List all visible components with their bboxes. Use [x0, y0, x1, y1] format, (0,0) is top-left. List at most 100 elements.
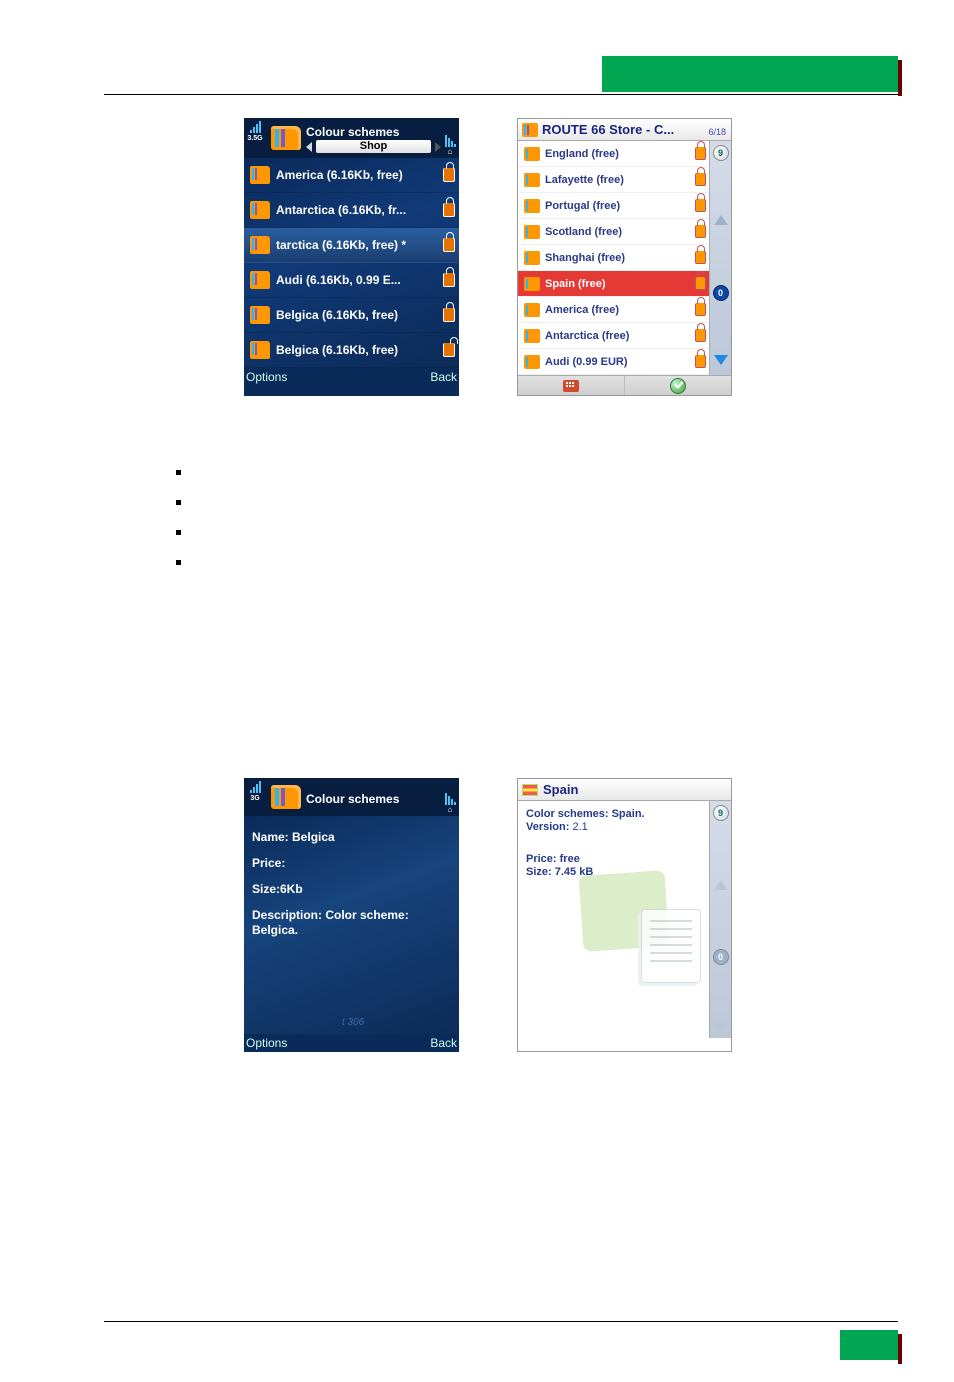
screenshot-light-detail: Spain Color schemes: Spain. Version: 2.1…: [517, 778, 732, 1052]
list-item-label: Portugal (free): [545, 200, 695, 212]
signal-icon: [250, 121, 261, 133]
lock-icon: [695, 225, 706, 238]
list-item[interactable]: America (free): [518, 297, 709, 323]
detail-name: Color schemes: Spain.: [526, 808, 723, 820]
lock-icon: [443, 308, 455, 322]
list-item[interactable]: Shanghai (free): [518, 245, 709, 271]
list-item[interactable]: America (6.16Kb, free): [244, 158, 459, 193]
scheme-icon: [250, 236, 270, 254]
list-item[interactable]: Spain (free): [518, 271, 709, 297]
footer-rule: [104, 1321, 898, 1322]
list-item[interactable]: Belgica (6.16Kb, free): [244, 333, 459, 368]
list-item-label: Belgica (6.16Kb, free): [276, 343, 441, 357]
lock-icon: [443, 168, 455, 182]
network-label: 3G: [250, 795, 259, 802]
lock-icon: [443, 238, 455, 252]
list-item-label: England (free): [545, 148, 695, 160]
lock-icon: [695, 277, 706, 290]
detail-price: Price: free: [526, 853, 723, 865]
list-item-label: Lafayette (free): [545, 174, 695, 186]
scroll-mid-badge: 0: [713, 949, 729, 965]
scheme-icon: [524, 199, 540, 213]
scheme-icon: [250, 306, 270, 324]
list-item[interactable]: Audi (0.99 EUR): [518, 349, 709, 375]
scroll-up-icon[interactable]: [714, 880, 728, 890]
scrollbar[interactable]: 9 0: [709, 801, 731, 1038]
lock-icon: [695, 199, 706, 212]
scroll-down-icon[interactable]: [714, 1024, 728, 1034]
list-item[interactable]: tarctica (6.16Kb, free) *: [244, 228, 459, 263]
item-counter: 6/18: [708, 127, 727, 138]
list-item[interactable]: Antarctica (free): [518, 323, 709, 349]
battery-icon: [445, 135, 456, 147]
header-accent-bar: [602, 56, 898, 92]
scheme-icon: [250, 271, 270, 289]
list-item[interactable]: Scotland (free): [518, 219, 709, 245]
detail-bgnum: t 306: [342, 1017, 364, 1028]
detail-price: Price:: [252, 856, 451, 870]
header-rule: [104, 94, 898, 95]
scroll-mid-badge: 0: [713, 285, 729, 301]
scheme-icon: [250, 201, 270, 219]
scheme-icon: [250, 341, 270, 359]
body-bullets: [176, 464, 894, 584]
keyboard-icon: [563, 380, 579, 392]
lock-icon: [695, 251, 706, 264]
flag-icon: [522, 784, 538, 796]
softkey-keyboard[interactable]: [518, 376, 625, 395]
detail-pane: Color schemes: Spain. Version: 2.1 Price…: [518, 801, 731, 1038]
network-label: 3.5G: [247, 135, 262, 142]
list-item[interactable]: Antarctica (6.16Kb, fr...: [244, 193, 459, 228]
detail-illustration: [581, 873, 701, 983]
scheme-icon: [250, 166, 270, 184]
list-item[interactable]: Lafayette (free): [518, 167, 709, 193]
lock-icon: [695, 147, 706, 160]
bullet-item: [176, 464, 894, 494]
battery-icon: [445, 793, 456, 805]
tab-arrow-left-icon[interactable]: [306, 142, 312, 152]
scheme-icon: [524, 173, 540, 187]
list-item-label: America (6.16Kb, free): [276, 168, 441, 182]
items-list: England (free) Lafayette (free) Portugal…: [518, 141, 709, 375]
list-item-label: Scotland (free): [545, 226, 695, 238]
list-item-label: tarctica (6.16Kb, free) *: [276, 238, 441, 252]
clock-icon: ⌂: [448, 147, 453, 156]
lock-icon: [443, 273, 455, 287]
lock-icon: [695, 329, 706, 342]
tab-shop[interactable]: Shop: [316, 140, 431, 153]
screenshot-dark-list: 3.5G Colour schemes Shop ⌂: [244, 118, 459, 396]
softkey-ok[interactable]: [625, 376, 731, 395]
softkey-left[interactable]: Options: [246, 370, 287, 384]
list-item[interactable]: England (free): [518, 141, 709, 167]
softkey-right[interactable]: Back: [430, 1036, 457, 1050]
bullet-item: [176, 524, 894, 554]
list-item-label: Antarctica (free): [545, 330, 695, 342]
scroll-down-icon[interactable]: [714, 355, 728, 365]
lock-icon: [443, 203, 455, 217]
list-item[interactable]: Portugal (free): [518, 193, 709, 219]
folder-icon: [522, 123, 538, 137]
scrollbar[interactable]: 9 0: [709, 141, 731, 375]
check-icon: [670, 378, 686, 394]
screen-title: Colour schemes: [306, 123, 441, 140]
scroll-top-badge: 9: [713, 145, 729, 161]
scroll-up-icon[interactable]: [714, 215, 728, 225]
detail-desc-1: Description: Color scheme:: [252, 908, 451, 922]
scheme-icon: [524, 355, 540, 369]
lock-icon: [695, 303, 706, 316]
clock-icon: ⌂: [448, 805, 453, 814]
scheme-icon: [524, 251, 540, 265]
list-item-label: Antarctica (6.16Kb, fr...: [276, 203, 441, 217]
screen-title: Spain: [543, 782, 727, 797]
footer-accent-box: [840, 1330, 898, 1360]
scheme-icon: [524, 329, 540, 343]
list-item[interactable]: Audi (6.16Kb, 0.99 E...: [244, 263, 459, 298]
lock-icon: [695, 173, 706, 186]
softkey-right[interactable]: Back: [430, 370, 457, 384]
screen-title: ROUTE 66 Store - C...: [542, 122, 708, 137]
folder-icon: [271, 126, 301, 150]
bullet-item: [176, 554, 894, 584]
softkey-left[interactable]: Options: [246, 1036, 287, 1050]
screen-title: Colour schemes: [306, 788, 441, 807]
list-item[interactable]: Belgica (6.16Kb, free): [244, 298, 459, 333]
